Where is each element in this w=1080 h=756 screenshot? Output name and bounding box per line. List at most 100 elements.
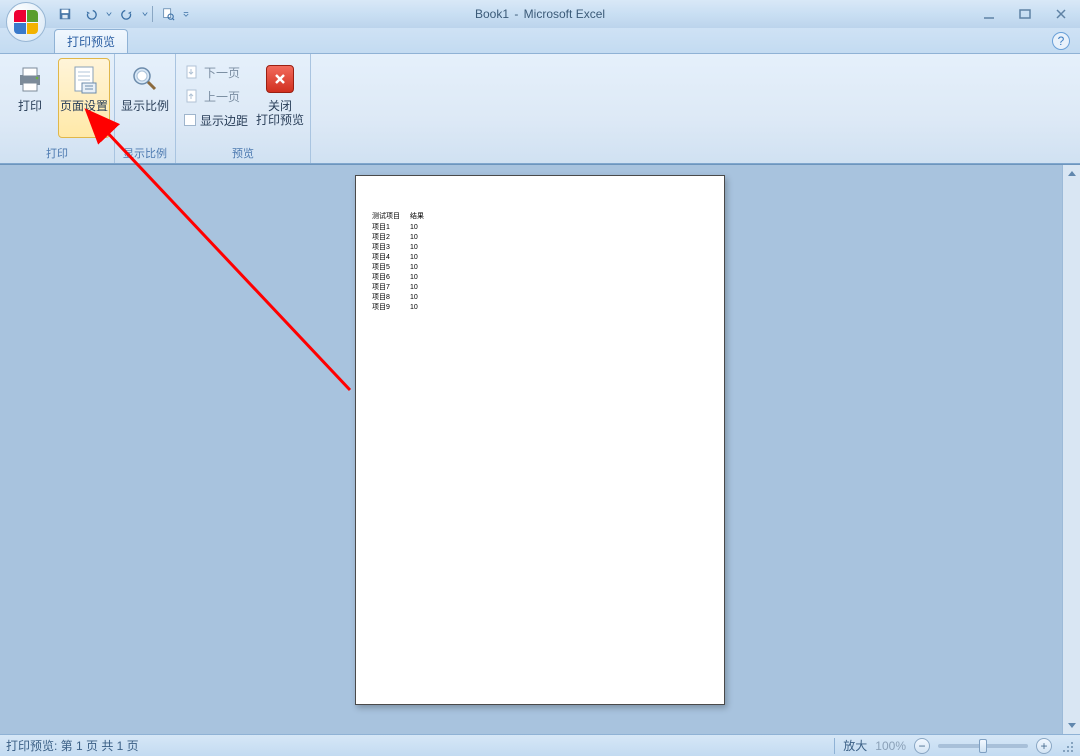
qat-redo-dropdown[interactable] — [142, 11, 148, 17]
quick-access-toolbar — [54, 0, 189, 28]
cell: 项目3 — [372, 243, 410, 253]
close-preview-label-1: 关闭 — [256, 99, 304, 113]
minus-icon: − — [918, 739, 925, 753]
cell: 10 — [410, 273, 434, 283]
minimize-button[interactable] — [976, 5, 1002, 23]
cell: 项目5 — [372, 263, 410, 273]
cell: 项目8 — [372, 293, 410, 303]
ribbon-group-preview: 下一页 上一页 显示边距 — [176, 54, 311, 163]
checkbox-icon — [184, 114, 196, 126]
page-setup-button-label: 页面设置 — [60, 99, 108, 113]
cell: 10 — [410, 243, 434, 253]
cell: 项目1 — [372, 223, 410, 233]
cell: 10 — [410, 233, 434, 243]
cell: 10 — [410, 253, 434, 263]
ribbon-group-print: 打印 页面设置 打印 — [0, 54, 115, 163]
status-bar: 打印预览: 第 1 页 共 1 页 放大 100% − + — [0, 734, 1080, 756]
resize-grip[interactable] — [1060, 739, 1074, 753]
maximize-icon — [1018, 7, 1032, 21]
page-setup-button[interactable]: 页面设置 — [58, 58, 110, 138]
cell: 项目9 — [372, 303, 410, 313]
ribbon-group-zoom: 显示比例 显示比例 — [115, 54, 176, 163]
arrow-down-page-icon — [184, 64, 200, 80]
cell: 10 — [410, 293, 434, 303]
close-window-button[interactable] — [1048, 5, 1074, 23]
col-header-0: 测试项目 — [372, 212, 410, 223]
cell: 10 — [410, 283, 434, 293]
preview-data-table: 测试项目 结果 项目110 项目210 项目310 项目410 项目510 项目… — [372, 212, 434, 313]
ribbon: 打印 页面设置 打印 显示比例 显示比例 — [0, 54, 1080, 164]
cell: 10 — [410, 223, 434, 233]
qat-redo-button[interactable] — [116, 3, 138, 25]
help-icon: ? — [1058, 34, 1065, 48]
show-margins-label: 显示边距 — [200, 112, 248, 129]
tab-print-preview[interactable]: 打印预览 — [54, 29, 128, 53]
close-preview-button[interactable]: 关闭 打印预览 — [254, 58, 306, 138]
zoom-button[interactable]: 显示比例 — [119, 58, 171, 138]
printer-icon — [14, 63, 46, 95]
chevron-down-icon — [1067, 720, 1077, 730]
show-margins-checkbox[interactable]: 显示边距 — [180, 108, 252, 132]
zoom-out-button[interactable]: − — [914, 738, 930, 754]
prev-page-button[interactable]: 上一页 — [180, 84, 252, 108]
preview-page[interactable]: 测试项目 结果 项目110 项目210 项目310 项目410 项目510 项目… — [355, 175, 725, 705]
undo-icon — [84, 7, 98, 21]
office-orb-button[interactable] — [6, 2, 46, 42]
resize-grip-icon — [1062, 741, 1074, 753]
magnifier-icon — [129, 63, 161, 95]
redo-icon — [120, 7, 134, 21]
office-logo-icon — [14, 10, 38, 34]
chevron-down-icon — [106, 10, 112, 18]
cell: 项目6 — [372, 273, 410, 283]
qat-undo-button[interactable] — [80, 3, 102, 25]
qat-print-preview-button[interactable] — [157, 3, 179, 25]
help-button[interactable]: ? — [1052, 32, 1070, 50]
close-preview-label-2: 打印预览 — [256, 113, 304, 127]
ribbon-tabs: 打印预览 ? — [0, 28, 1080, 54]
page-setup-icon — [68, 63, 100, 95]
arrow-up-page-icon — [184, 88, 200, 104]
cell: 项目7 — [372, 283, 410, 293]
qat-undo-dropdown[interactable] — [106, 11, 112, 17]
plus-icon: + — [1040, 739, 1047, 753]
maximize-button[interactable] — [1012, 5, 1038, 23]
zoom-in-button[interactable]: + — [1036, 738, 1052, 754]
ribbon-group-preview-title: 预览 — [180, 145, 306, 163]
zoom-label[interactable]: 放大 — [843, 737, 867, 754]
tab-label: 打印预览 — [67, 33, 115, 50]
scroll-down-button[interactable] — [1063, 716, 1080, 734]
vertical-scrollbar[interactable] — [1062, 165, 1080, 734]
next-page-label: 下一页 — [204, 64, 240, 81]
close-icon — [1054, 7, 1068, 21]
ribbon-group-print-title: 打印 — [4, 145, 110, 163]
qat-save-button[interactable] — [54, 3, 76, 25]
qat-separator — [152, 6, 153, 22]
zoom-percentage: 100% — [875, 739, 906, 753]
scroll-track[interactable] — [1063, 183, 1080, 716]
status-separator — [834, 738, 835, 754]
chevron-up-icon — [1067, 169, 1077, 179]
zoom-slider-thumb[interactable] — [979, 739, 987, 753]
cell: 10 — [410, 263, 434, 273]
chevron-down-icon — [183, 10, 189, 18]
window-controls — [976, 0, 1074, 28]
col-header-1: 结果 — [410, 212, 434, 223]
zoom-slider[interactable] — [938, 744, 1028, 748]
print-preview-icon — [161, 7, 175, 21]
window-title: Book1 - Microsoft Excel — [475, 7, 605, 21]
status-text: 打印预览: 第 1 页 共 1 页 — [6, 737, 139, 754]
minimize-icon — [982, 7, 996, 21]
qat-customize-dropdown[interactable] — [183, 11, 189, 17]
scroll-up-button[interactable] — [1063, 165, 1080, 183]
preview-workspace: 测试项目 结果 项目110 项目210 项目310 项目410 项目510 项目… — [0, 164, 1080, 734]
prev-page-label: 上一页 — [204, 88, 240, 105]
cell: 项目4 — [372, 253, 410, 263]
print-button[interactable]: 打印 — [4, 58, 56, 138]
close-x-icon — [266, 65, 294, 93]
chevron-down-icon — [142, 10, 148, 18]
cell: 项目2 — [372, 233, 410, 243]
print-button-label: 打印 — [18, 99, 42, 113]
ribbon-group-zoom-title: 显示比例 — [119, 145, 171, 163]
title-bar: Book1 - Microsoft Excel — [0, 0, 1080, 28]
next-page-button[interactable]: 下一页 — [180, 60, 252, 84]
